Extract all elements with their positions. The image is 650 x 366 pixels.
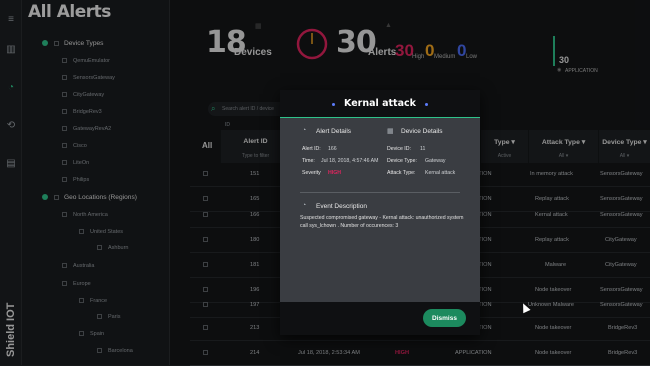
type-filter[interactable]: Active: [481, 153, 528, 159]
devices-label: Devices: [234, 47, 272, 58]
modal-header: Kernal attack: [280, 90, 480, 118]
time-key: Time:: [302, 158, 315, 164]
filter-group-geo[interactable]: Geo Locations (Regions): [42, 194, 137, 201]
app-icon: ◉: [557, 67, 562, 73]
filter-item[interactable]: Cisco: [62, 143, 87, 149]
filter-item[interactable]: Spain: [79, 331, 104, 337]
bell-icon: ◔: [302, 127, 307, 134]
filter-item[interactable]: GatewayRevA2: [62, 126, 111, 132]
attack-type-key: Attack Type:: [387, 170, 416, 176]
table-row[interactable]: 214 Jul 18, 2018, 2:53:34 AM HIGH APPLIC…: [190, 341, 650, 366]
filter-item[interactable]: Paris: [97, 314, 121, 320]
device-icon: ▦: [387, 128, 394, 135]
filter-item[interactable]: Philips: [62, 177, 89, 183]
title-dot: [425, 103, 428, 106]
severity-key: Severity: [302, 170, 321, 176]
bell-icon: ◔: [302, 202, 307, 209]
row-checkbox[interactable]: [203, 237, 208, 242]
row-checkbox[interactable]: [203, 262, 208, 267]
filter-item[interactable]: France: [79, 298, 107, 304]
filter-item[interactable]: Ashburn: [97, 245, 129, 251]
application-label: APPLICATION: [565, 68, 598, 74]
row-checkbox[interactable]: [203, 171, 208, 176]
filter-item[interactable]: Australia: [62, 263, 94, 269]
chart-icon[interactable]: ▥: [5, 44, 17, 56]
low-label: Low: [466, 54, 478, 60]
checkbox[interactable]: [54, 40, 59, 46]
refresh-icon[interactable]: ⟲: [5, 120, 17, 132]
device-type-key: Device Type:: [387, 158, 417, 164]
device-id-key: Device ID:: [387, 146, 411, 152]
document-icon[interactable]: ▤: [5, 158, 17, 170]
modal-footer: Dismiss: [280, 302, 480, 335]
row-checkbox[interactable]: [203, 325, 208, 330]
severity-value: HIGH: [328, 170, 341, 176]
row-checkbox[interactable]: [203, 287, 208, 292]
page-title: All Alerts: [28, 2, 111, 22]
row-checkbox[interactable]: [203, 302, 208, 307]
device-id-value: 11: [420, 146, 426, 152]
time-value: Jul 18, 2018, 4:57:46 AM: [321, 158, 379, 164]
medium-label: Medium: [434, 54, 456, 60]
expand-icon: [42, 194, 48, 201]
bell-icon[interactable]: ◔: [5, 82, 17, 94]
col-type[interactable]: Type ▾ Active: [480, 130, 528, 163]
brand-logo: Shield IOT: [5, 302, 17, 357]
filter-item[interactable]: LiteOn: [62, 160, 89, 166]
alerts-gauge: [296, 28, 328, 60]
device-icon: ▦: [255, 23, 262, 30]
search-icon: ⌕: [211, 104, 216, 113]
device-details-title: Device Details: [401, 128, 443, 135]
col-device-type[interactable]: Device Type ▾ All ▾: [598, 130, 650, 163]
filter-item[interactable]: United States: [79, 229, 123, 235]
event-description-text: Suspected compromised gateway - Kernal a…: [300, 215, 464, 229]
device-type-filter[interactable]: All ▾: [599, 153, 650, 159]
col-attack-type[interactable]: Attack Type ▾ All ▾: [528, 130, 598, 163]
row-checkbox[interactable]: [203, 350, 208, 355]
filter-sidebar: All Alerts Device Types QemuEmulator Sen…: [22, 0, 170, 365]
alerts-label: Alerts: [368, 47, 397, 58]
filter-item[interactable]: SensorsGateway: [62, 75, 115, 81]
alert-modal: Kernal attack ◔ Alert Details ▦ Device D…: [280, 90, 480, 335]
filter-item[interactable]: CityGateway: [62, 92, 104, 98]
device-type-value: Gateway: [425, 158, 446, 164]
row-checkbox[interactable]: [203, 196, 208, 201]
alert-id-key: Alert ID:: [302, 146, 321, 152]
filter-item[interactable]: Europe: [62, 281, 91, 287]
nav-rail: ≡ ▥ ◔ ⟲ ▤ Shield IOT: [0, 0, 22, 365]
menu-icon[interactable]: ≡: [5, 14, 17, 26]
alert-id-value: 166: [328, 146, 337, 152]
modal-title: Kernal attack: [344, 98, 416, 109]
filter-item[interactable]: North America: [62, 212, 108, 218]
alert-details-title: Alert Details: [316, 128, 352, 135]
application-count: 30: [559, 55, 570, 65]
application-bar: [553, 36, 555, 66]
filter-item[interactable]: Barcelona: [97, 348, 133, 354]
row-checkbox[interactable]: [203, 212, 208, 217]
high-label: High: [412, 54, 425, 60]
expand-icon: [42, 40, 48, 47]
filter-item[interactable]: QemuEmulator: [62, 58, 110, 64]
select-all-label[interactable]: All: [202, 141, 212, 150]
attack-type-value: Kernal attack: [425, 170, 456, 176]
checkbox[interactable]: [54, 194, 59, 200]
id-column-label: ID: [225, 122, 230, 128]
attack-type-filter[interactable]: All ▾: [529, 153, 598, 159]
filter-group-device-types[interactable]: Device Types: [42, 40, 103, 47]
divider: [300, 192, 460, 193]
dismiss-button[interactable]: Dismiss: [423, 309, 466, 327]
event-description-title: Event Description: [316, 203, 367, 210]
alert-icon: ▲: [385, 22, 392, 29]
filter-item[interactable]: BridgeRev3: [62, 109, 102, 115]
